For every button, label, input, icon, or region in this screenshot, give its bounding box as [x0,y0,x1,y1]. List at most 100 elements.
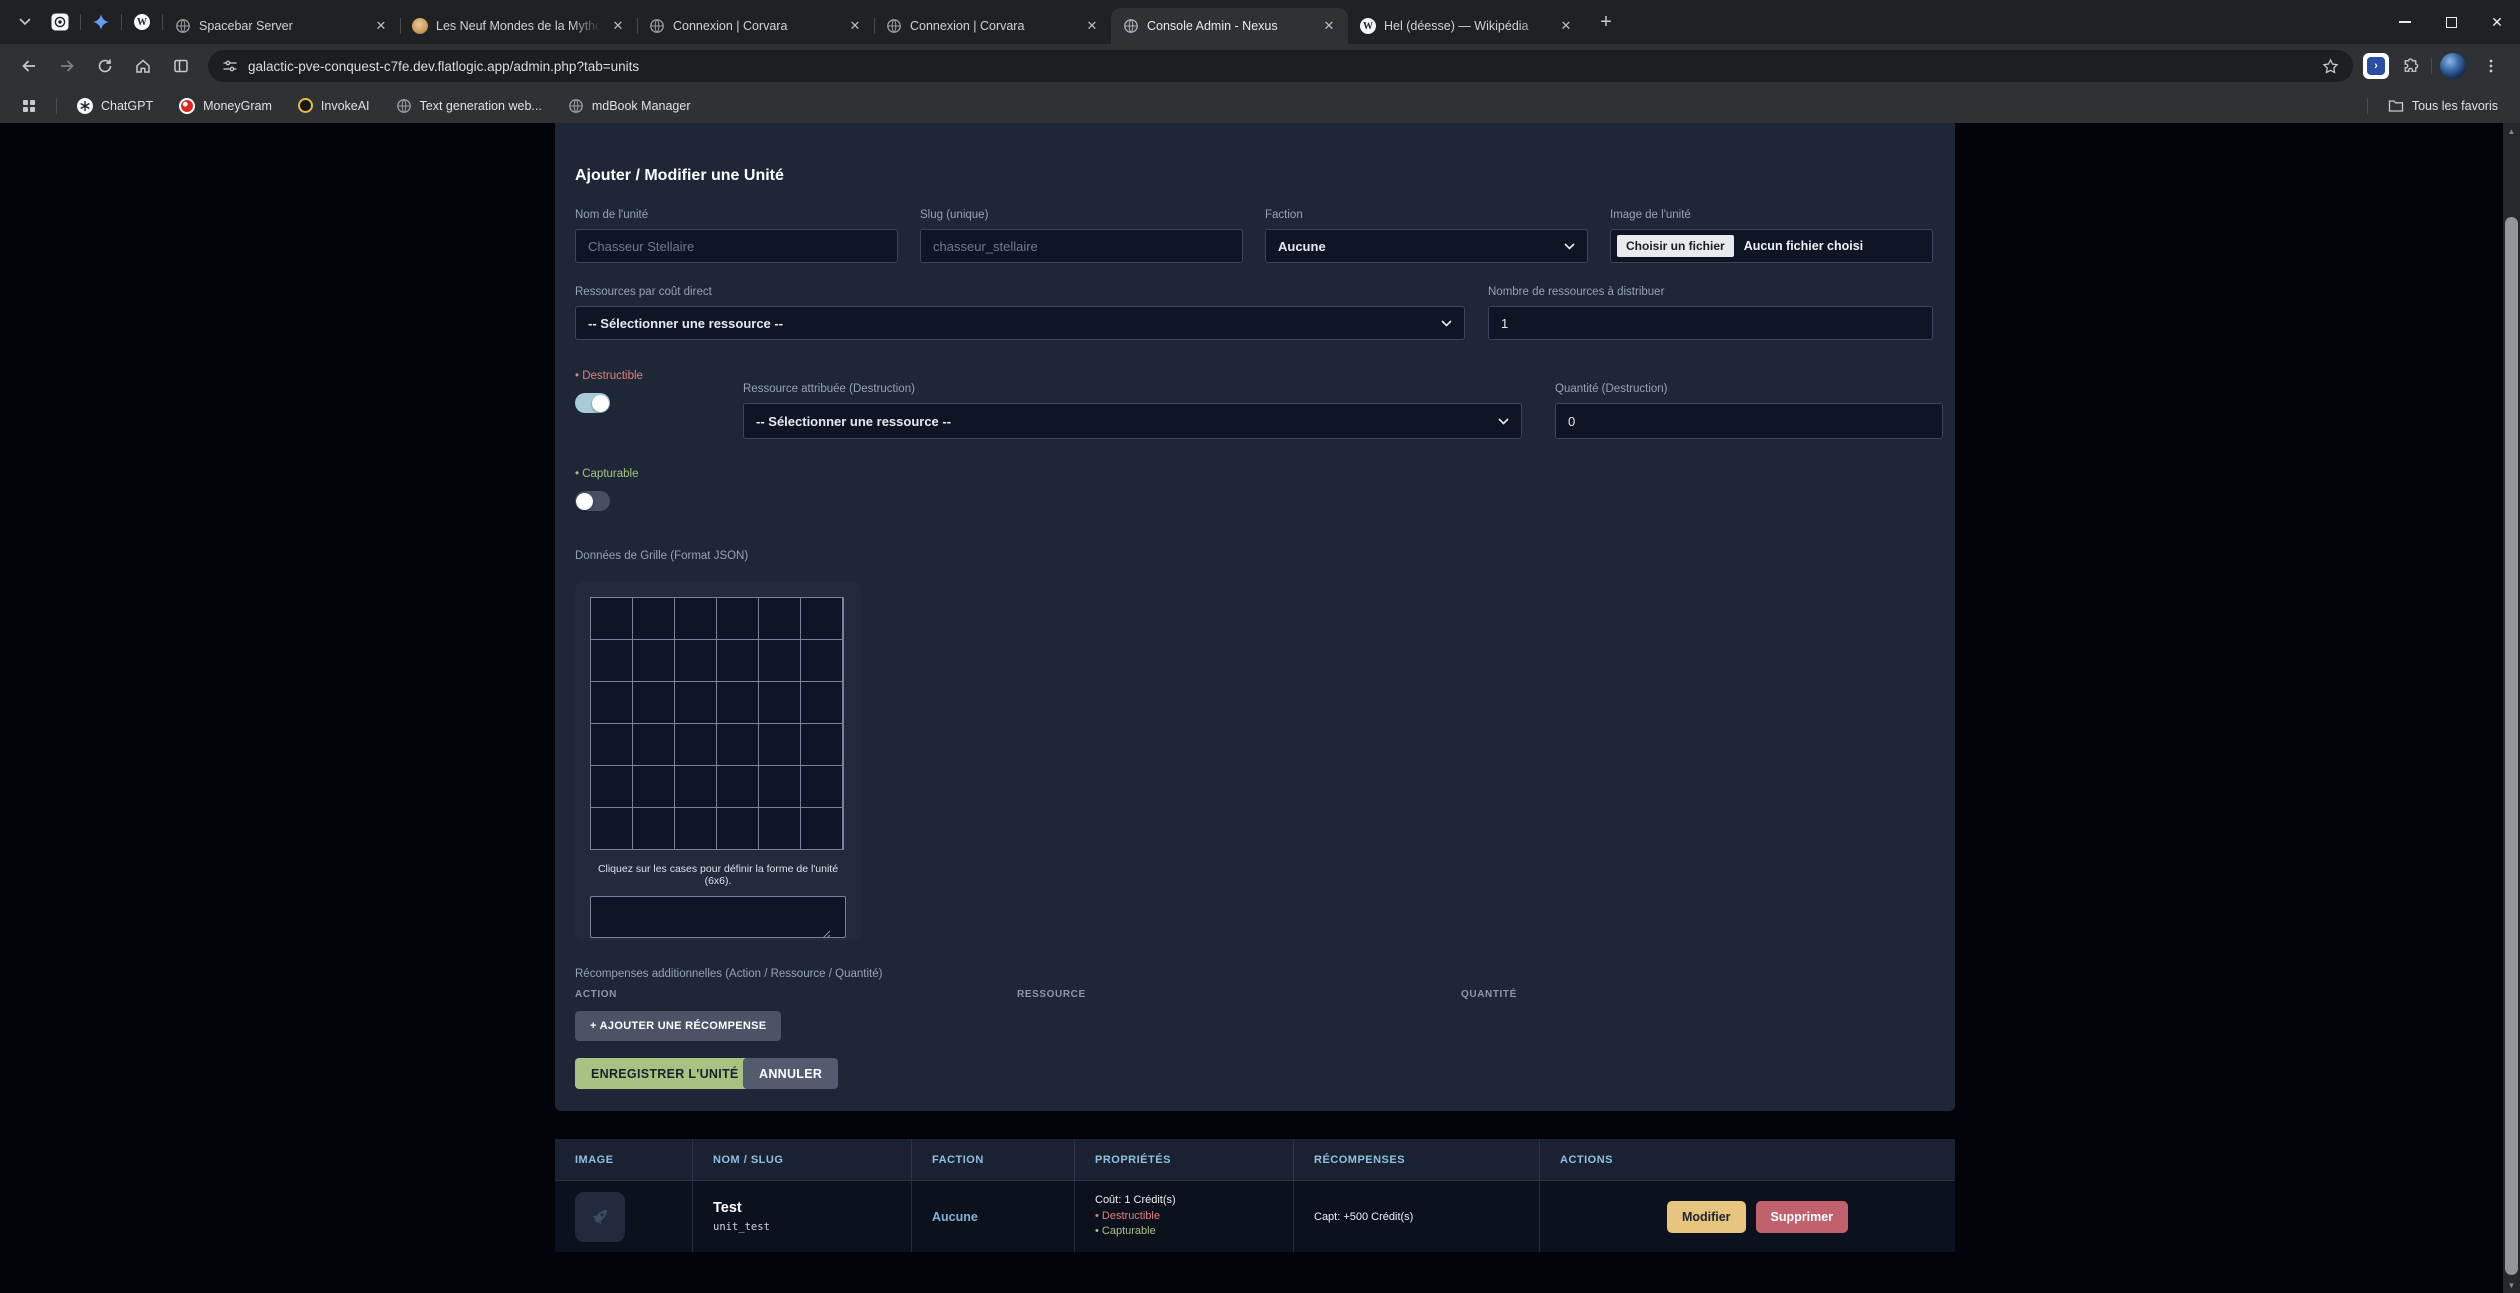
grid-cell[interactable] [759,682,800,723]
delete-unit-button[interactable]: Supprimer [1756,1201,1849,1233]
apps-button[interactable] [16,93,42,119]
grid-cell[interactable] [591,682,632,723]
pinned-tab-fingerprint[interactable] [40,5,80,39]
grid-cell[interactable] [675,598,716,639]
destructible-toggle[interactable] [575,393,610,413]
grid-cell[interactable] [759,724,800,765]
address-bar[interactable]: galactic-pve-conquest-c7fe.dev.flatlogic… [208,50,2353,82]
field-cost-resource: Ressources par coût direct -- Sélectionn… [575,286,1465,340]
tab-close-icon[interactable]: ✕ [846,17,864,35]
grid-cell[interactable] [591,724,632,765]
grid-cell[interactable] [675,808,716,849]
destruction-qty-input[interactable] [1555,403,1943,439]
cancel-button[interactable]: ANNULER [743,1058,838,1089]
destruction-resource-select[interactable]: -- Sélectionner une ressource -- [743,403,1522,439]
tab-console-admin-nexus[interactable]: Console Admin - Nexus ✕ [1111,8,1348,44]
grid-cell[interactable] [801,640,842,681]
grid-cell[interactable] [591,808,632,849]
extension-button[interactable]: › [2363,53,2389,79]
grid-cell[interactable] [801,682,842,723]
scroll-up-arrow[interactable]: ▲ [2503,123,2520,139]
cost-amount-input[interactable] [1488,306,1933,340]
home-button[interactable] [126,49,160,83]
grid-cell[interactable] [801,766,842,807]
tab-spacebar-server[interactable]: Spacebar Server ✕ [163,8,400,44]
tab-connexion-corvara-1[interactable]: Connexion | Corvara ✕ [637,8,874,44]
slug-input[interactable] [920,229,1243,263]
scroll-down-arrow[interactable]: ▼ [2503,1277,2520,1293]
grid-cell[interactable] [591,640,632,681]
tab-close-icon[interactable]: ✕ [372,17,390,35]
cost-resource-select[interactable]: -- Sélectionner une ressource -- [575,306,1465,340]
edit-unit-button[interactable]: Modifier [1667,1201,1746,1233]
bookmark-moneygram[interactable]: MoneyGram [173,95,278,117]
grid-cell[interactable] [717,598,758,639]
choose-file-button[interactable]: Choisir un fichier [1617,235,1734,257]
faction-select[interactable]: Aucune [1265,229,1588,263]
close-button[interactable]: ✕ [2474,0,2520,44]
tab-neuf-mondes[interactable]: Les Neuf Mondes de la Mytholo ✕ [400,8,637,44]
grid-cell[interactable] [717,766,758,807]
tab-hel-wikipedia[interactable]: W Hel (déesse) — Wikipédia ✕ [1348,8,1585,44]
grid-cell[interactable] [759,808,800,849]
grid-cell[interactable] [717,640,758,681]
save-unit-button[interactable]: ENREGISTRER L'UNITÉ [575,1058,755,1089]
reload-button[interactable] [88,49,122,83]
tab-close-icon[interactable]: ✕ [609,17,627,35]
tab-close-icon[interactable]: ✕ [1083,17,1101,35]
bookmark-chatgpt[interactable]: ChatGPT [71,95,159,117]
maximize-button[interactable] [2428,0,2474,44]
grid-cell[interactable] [675,640,716,681]
grid-cell[interactable] [591,598,632,639]
side-panel-button[interactable] [164,49,198,83]
pinned-tab-wordpress[interactable]: W [122,5,162,39]
add-reward-button[interactable]: + AJOUTER UNE RÉCOMPENSE [575,1011,781,1041]
profile-button[interactable] [2436,49,2470,83]
grid-cell[interactable] [675,682,716,723]
scrollbar-thumb[interactable] [2505,217,2518,1275]
chevron-down-icon [19,18,31,26]
unit-name-input[interactable] [575,229,898,263]
capturable-toggle[interactable] [575,491,610,511]
grid-cell[interactable] [717,808,758,849]
unit-image-file-input[interactable]: Choisir un fichier Aucun fichier choisi [1610,229,1933,263]
tab-connexion-corvara-2[interactable]: Connexion | Corvara ✕ [874,8,1111,44]
tab-search-button[interactable] [10,7,40,37]
bookmark-star-icon[interactable] [2322,58,2339,75]
tab-close-icon[interactable]: ✕ [1557,17,1575,35]
forward-button[interactable] [50,49,84,83]
grid-cell[interactable] [759,598,800,639]
all-bookmarks-button[interactable]: Tous les favoris [2382,96,2504,116]
minimize-button[interactable] [2382,0,2428,44]
grid-cell[interactable] [759,640,800,681]
tab-close-icon[interactable]: ✕ [1320,17,1338,35]
grid-cell[interactable] [633,640,674,681]
grid-cell[interactable] [801,598,842,639]
grid-cell[interactable] [717,682,758,723]
grid-cell[interactable] [717,724,758,765]
grid-cell[interactable] [675,766,716,807]
bookmark-mdbook-manager[interactable]: mdBook Manager [562,95,697,117]
grid-cell[interactable] [633,598,674,639]
bookmark-invokeai[interactable]: InvokeAI [292,95,376,116]
extensions-menu-button[interactable] [2393,49,2427,83]
grid-cell[interactable] [591,766,632,807]
textarea-resize-handle[interactable] [821,929,831,939]
new-tab-button[interactable]: + [1591,7,1621,37]
grid-cell[interactable] [633,808,674,849]
grid-cell[interactable] [759,766,800,807]
grid-cell[interactable] [633,682,674,723]
grid-cell[interactable] [633,724,674,765]
grid-cell[interactable] [675,724,716,765]
back-button[interactable] [12,49,46,83]
grid-json-textarea[interactable] [590,896,846,938]
pinned-tab-gemini[interactable] [81,5,121,39]
bookmark-text-generation[interactable]: Text generation web... [390,95,548,117]
url-text[interactable]: galactic-pve-conquest-c7fe.dev.flatlogic… [248,59,2312,74]
browser-menu-button[interactable] [2474,49,2508,83]
grid-cell[interactable] [801,808,842,849]
grid-cell[interactable] [633,766,674,807]
grid-cell[interactable] [801,724,842,765]
page-scrollbar[interactable]: ▲ ▼ [2503,123,2520,1293]
unit-cost: Coût: 1 Crédit(s) [1095,1193,1293,1209]
